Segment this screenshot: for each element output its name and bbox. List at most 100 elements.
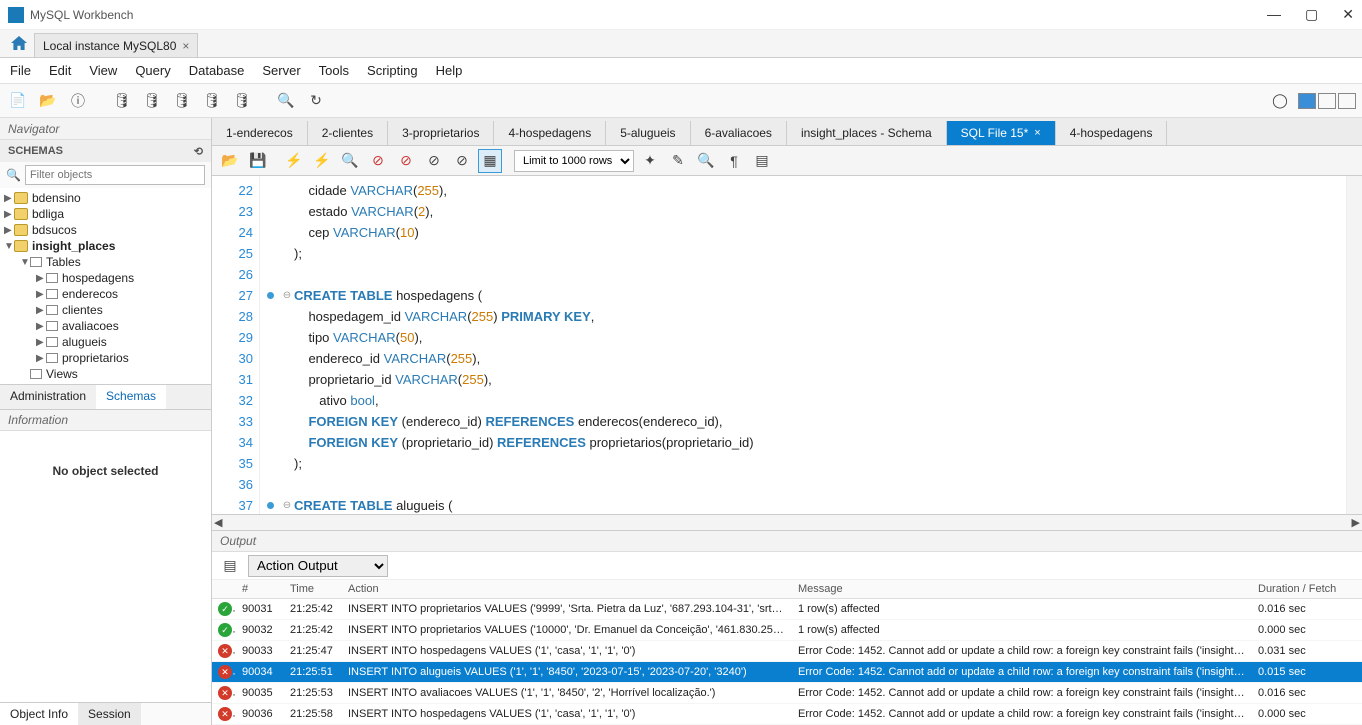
- schema-tree[interactable]: ▶bdensino▶bdliga▶bdsucos▼insight_places▼…: [0, 188, 211, 384]
- output-row[interactable]: ✕9003321:25:47INSERT INTO hospedagens VA…: [212, 641, 1362, 662]
- tab-schemas[interactable]: Schemas: [96, 385, 166, 409]
- schemas-header: SCHEMAS ⟲: [0, 140, 211, 162]
- create-view-icon[interactable]: 🛢: [170, 89, 194, 113]
- tree-node[interactable]: ▶enderecos: [0, 286, 211, 302]
- create-sp-icon[interactable]: 🛢: [200, 89, 224, 113]
- maximize-button[interactable]: ▢: [1305, 6, 1318, 23]
- reconnect-icon[interactable]: ↻: [304, 89, 328, 113]
- tree-node[interactable]: ▶bdensino: [0, 190, 211, 206]
- editor-tab[interactable]: 3-proprietarios: [388, 121, 494, 145]
- menu-tools[interactable]: Tools: [319, 63, 349, 78]
- menu-edit[interactable]: Edit: [49, 63, 71, 78]
- tree-node[interactable]: ▶hospedagens: [0, 270, 211, 286]
- find-icon[interactable]: ✎: [666, 149, 690, 173]
- search-table-icon[interactable]: 🔍: [274, 89, 298, 113]
- error-icon: ✕: [218, 707, 232, 721]
- line-gutter: 22232425262728293031323334353637: [212, 176, 260, 514]
- toggle-sidebar[interactable]: [1298, 93, 1316, 109]
- editor-toolbar: 📂 💾 ⚡ ⚡ 🔍 ⊘ ⊘ ⊘ ⊘ ▦ Limit to 1000 rows ✦…: [212, 146, 1362, 176]
- tree-node[interactable]: Views: [0, 366, 211, 382]
- navigator-tabs: Administration Schemas: [0, 384, 211, 409]
- tree-node[interactable]: ▶proprietarios: [0, 350, 211, 366]
- minimize-button[interactable]: —: [1267, 6, 1281, 23]
- output-title: Output: [212, 530, 1362, 552]
- toggle-1-icon[interactable]: ⊘: [394, 149, 418, 173]
- editor-hscroll[interactable]: ◀▶: [212, 514, 1362, 530]
- explain-icon[interactable]: 🔍: [338, 149, 362, 173]
- window-controls: — ▢ ✕: [1267, 6, 1354, 23]
- close-icon[interactable]: ×: [1034, 127, 1040, 139]
- invisible-icon[interactable]: 🔍: [694, 149, 718, 173]
- connection-tab[interactable]: Local instance MySQL80 ×: [34, 33, 198, 57]
- new-sql-tab-icon[interactable]: 📄: [6, 89, 30, 113]
- wrap-icon[interactable]: ¶: [722, 149, 746, 173]
- refresh-icon[interactable]: ⟲: [194, 145, 203, 158]
- commit-icon[interactable]: ⊘: [422, 149, 446, 173]
- create-schema-icon[interactable]: 🛢: [110, 89, 134, 113]
- code-area[interactable]: cidade VARCHAR(255), estado VARCHAR(2), …: [294, 176, 1346, 514]
- success-icon: ✓: [218, 623, 232, 637]
- open-sql-icon[interactable]: 📂: [36, 89, 60, 113]
- stop-icon[interactable]: ⊘: [366, 149, 390, 173]
- snippets-icon[interactable]: ▤: [750, 149, 774, 173]
- sql-editor[interactable]: 22232425262728293031323334353637 ⊖⊖ cida…: [212, 176, 1362, 514]
- rollback-icon[interactable]: ⊘: [450, 149, 474, 173]
- editor-tab[interactable]: SQL File 15*×: [947, 121, 1056, 145]
- marker-column: [260, 176, 280, 514]
- editor-tab[interactable]: 4-hospedagens: [494, 121, 606, 145]
- menu-scripting[interactable]: Scripting: [367, 63, 418, 78]
- open-file-icon[interactable]: 📂: [218, 149, 242, 173]
- settings-gear-icon[interactable]: ◯: [1268, 89, 1292, 113]
- tree-node[interactable]: ▶clientes: [0, 302, 211, 318]
- menu-query[interactable]: Query: [135, 63, 170, 78]
- create-func-icon[interactable]: 🛢: [230, 89, 254, 113]
- close-icon[interactable]: ×: [182, 39, 189, 53]
- inspector-icon[interactable]: ⓘ: [66, 89, 90, 113]
- tree-node[interactable]: ▼Tables: [0, 254, 211, 270]
- menu-view[interactable]: View: [89, 63, 117, 78]
- editor-tab[interactable]: 2-clientes: [308, 121, 388, 145]
- output-row[interactable]: ✓9003221:25:42INSERT INTO proprietarios …: [212, 620, 1362, 641]
- editor-tab[interactable]: insight_places - Schema: [787, 121, 947, 145]
- tree-node[interactable]: ▼insight_places: [0, 238, 211, 254]
- output-row[interactable]: ✓9003121:25:42INSERT INTO proprietarios …: [212, 599, 1362, 620]
- filter-row: 🔍: [0, 162, 211, 188]
- editor-tab[interactable]: 5-alugueis: [606, 121, 690, 145]
- beautify-icon[interactable]: ✦: [638, 149, 662, 173]
- tree-node[interactable]: ▶avaliacoes: [0, 318, 211, 334]
- menu-server[interactable]: Server: [262, 63, 300, 78]
- autocommit-icon[interactable]: ▦: [478, 149, 502, 173]
- menu-file[interactable]: File: [10, 63, 31, 78]
- tree-node[interactable]: ▶bdsucos: [0, 222, 211, 238]
- home-tab[interactable]: [4, 29, 34, 57]
- tree-node[interactable]: ▶alugueis: [0, 334, 211, 350]
- output-select-row: ▤ Action Output: [212, 552, 1362, 580]
- fold-column[interactable]: ⊖⊖: [280, 176, 294, 514]
- toggle-output[interactable]: [1338, 93, 1356, 109]
- tab-session[interactable]: Session: [78, 703, 141, 725]
- output-type-select[interactable]: Action Output: [248, 555, 388, 577]
- panel-toggles: [1298, 93, 1356, 109]
- execute-icon[interactable]: ⚡: [282, 149, 306, 173]
- output-row[interactable]: ✕9003621:25:58INSERT INTO hospedagens VA…: [212, 704, 1362, 725]
- tab-administration[interactable]: Administration: [0, 385, 96, 409]
- output-row[interactable]: ✕9003521:25:53INSERT INTO avaliacoes VAL…: [212, 683, 1362, 704]
- tree-node[interactable]: ▶bdliga: [0, 206, 211, 222]
- execute-current-icon[interactable]: ⚡: [310, 149, 334, 173]
- editor-tab[interactable]: 4-hospedagens: [1056, 121, 1168, 145]
- close-button[interactable]: ✕: [1342, 6, 1354, 23]
- editor-tab[interactable]: 1-enderecos: [212, 121, 308, 145]
- filter-input[interactable]: [25, 165, 205, 185]
- create-table-icon[interactable]: 🛢: [140, 89, 164, 113]
- editor-vscroll[interactable]: [1346, 176, 1362, 514]
- menu-database[interactable]: Database: [189, 63, 245, 78]
- editor-tab[interactable]: 6-avaliacoes: [691, 121, 787, 145]
- limit-rows-select[interactable]: Limit to 1000 rows: [514, 150, 634, 172]
- information-body: No object selected: [0, 431, 211, 511]
- output-row[interactable]: ✕9003421:25:51INSERT INTO alugueis VALUE…: [212, 662, 1362, 683]
- toggle-secondary[interactable]: [1318, 93, 1336, 109]
- tab-object-info[interactable]: Object Info: [0, 703, 78, 725]
- output-list-icon[interactable]: ▤: [218, 554, 242, 578]
- save-file-icon[interactable]: 💾: [246, 149, 270, 173]
- menu-help[interactable]: Help: [436, 63, 463, 78]
